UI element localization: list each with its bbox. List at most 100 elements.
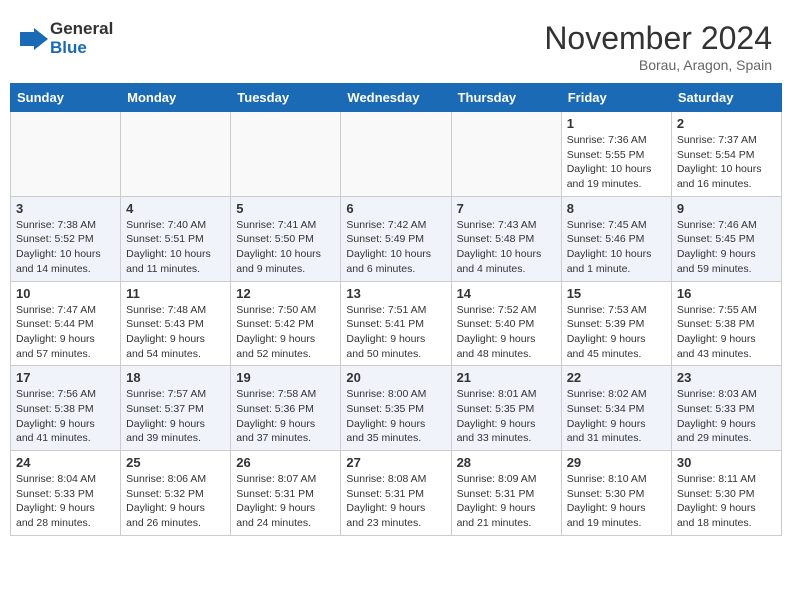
day-number: 8 (567, 201, 666, 216)
calendar-cell: 20Sunrise: 8:00 AMSunset: 5:35 PMDayligh… (341, 366, 451, 451)
day-info: Sunrise: 7:41 AMSunset: 5:50 PMDaylight:… (236, 218, 335, 277)
calendar-cell: 27Sunrise: 8:08 AMSunset: 5:31 PMDayligh… (341, 451, 451, 536)
day-number: 11 (126, 286, 225, 301)
day-info: Sunrise: 7:47 AMSunset: 5:44 PMDaylight:… (16, 303, 115, 362)
calendar-week-row: 10 Sunrise: 7:47 AMSunset: 5:44 PMDayligh… (11, 281, 782, 366)
day-number: 26 (236, 455, 335, 470)
weekday-header-tuesday: Tuesday (231, 84, 341, 112)
day-number: 16 (677, 286, 776, 301)
day-info: Sunrise: 8:09 AMSunset: 5:31 PMDaylight:… (457, 472, 556, 531)
calendar-cell: 2Sunrise: 7:37 AMSunset: 5:54 PMDaylight… (671, 112, 781, 197)
calendar-cell: 26 Sunrise: 8:07 AMSunset: 5:31 PMDayligh… (231, 451, 341, 536)
calendar-cell: 21 Sunrise: 8:01 AMSunset: 5:35 PMDayligh… (451, 366, 561, 451)
day-number: 28 (457, 455, 556, 470)
calendar-cell: 14 Sunrise: 7:52 AMSunset: 5:40 PMDayligh… (451, 281, 561, 366)
calendar-cell: 9 Sunrise: 7:46 AMSunset: 5:45 PMDaylight… (671, 196, 781, 281)
calendar-cell: 23Sunrise: 8:03 AMSunset: 5:33 PMDayligh… (671, 366, 781, 451)
weekday-header-wednesday: Wednesday (341, 84, 451, 112)
day-info: Sunrise: 7:56 AMSunset: 5:38 PMDaylight:… (16, 387, 115, 446)
day-number: 12 (236, 286, 335, 301)
day-number: 15 (567, 286, 666, 301)
calendar-cell: 17Sunrise: 7:56 AMSunset: 5:38 PMDayligh… (11, 366, 121, 451)
day-number: 7 (457, 201, 556, 216)
day-number: 5 (236, 201, 335, 216)
calendar-cell: 3 Sunrise: 7:38 AMSunset: 5:52 PMDaylight… (11, 196, 121, 281)
calendar-header-row: SundayMondayTuesdayWednesdayThursdayFrid… (11, 84, 782, 112)
calendar-cell (451, 112, 561, 197)
day-number: 1 (567, 116, 666, 131)
day-info: Sunrise: 8:10 AMSunset: 5:30 PMDaylight:… (567, 472, 666, 531)
day-info: Sunrise: 7:50 AMSunset: 5:42 PMDaylight:… (236, 303, 335, 362)
day-info: Sunrise: 8:07 AMSunset: 5:31 PMDaylight:… (236, 472, 335, 531)
day-info: Sunrise: 7:57 AMSunset: 5:37 PMDaylight:… (126, 387, 225, 446)
logo-line2: Blue (50, 39, 113, 58)
day-info: Sunrise: 7:42 AMSunset: 5:49 PMDaylight:… (346, 218, 445, 277)
day-info: Sunrise: 7:53 AMSunset: 5:39 PMDaylight:… (567, 303, 666, 362)
day-number: 23 (677, 370, 776, 385)
calendar-cell: 11 Sunrise: 7:48 AMSunset: 5:43 PMDayligh… (121, 281, 231, 366)
calendar-cell: 22 Sunrise: 8:02 AMSunset: 5:34 PMDayligh… (561, 366, 671, 451)
day-info: Sunrise: 8:02 AMSunset: 5:34 PMDaylight:… (567, 387, 666, 446)
calendar-cell: 18 Sunrise: 7:57 AMSunset: 5:37 PMDayligh… (121, 366, 231, 451)
calendar-cell (11, 112, 121, 197)
day-number: 18 (126, 370, 225, 385)
day-info: Sunrise: 8:11 AMSunset: 5:30 PMDaylight:… (677, 472, 776, 531)
location: Borau, Aragon, Spain (544, 57, 772, 73)
day-number: 19 (236, 370, 335, 385)
day-info: Sunrise: 8:01 AMSunset: 5:35 PMDaylight:… (457, 387, 556, 446)
calendar-cell: 28 Sunrise: 8:09 AMSunset: 5:31 PMDayligh… (451, 451, 561, 536)
day-number: 25 (126, 455, 225, 470)
calendar-cell: 5 Sunrise: 7:41 AMSunset: 5:50 PMDaylight… (231, 196, 341, 281)
day-number: 9 (677, 201, 776, 216)
calendar-week-row: 1 Sunrise: 7:36 AMSunset: 5:55 PMDaylight… (11, 112, 782, 197)
calendar-table: SundayMondayTuesdayWednesdayThursdayFrid… (10, 83, 782, 536)
calendar-week-row: 24 Sunrise: 8:04 AMSunset: 5:33 PMDayligh… (11, 451, 782, 536)
day-info: Sunrise: 7:52 AMSunset: 5:40 PMDaylight:… (457, 303, 556, 362)
weekday-header-monday: Monday (121, 84, 231, 112)
calendar-cell: 24 Sunrise: 8:04 AMSunset: 5:33 PMDayligh… (11, 451, 121, 536)
day-number: 14 (457, 286, 556, 301)
day-info: Sunrise: 8:04 AMSunset: 5:33 PMDaylight:… (16, 472, 115, 531)
day-number: 21 (457, 370, 556, 385)
calendar-cell: 12 Sunrise: 7:50 AMSunset: 5:42 PMDayligh… (231, 281, 341, 366)
weekday-header-saturday: Saturday (671, 84, 781, 112)
day-info: Sunrise: 8:00 AMSunset: 5:35 PMDaylight:… (346, 387, 445, 446)
month-title: November 2024 (544, 20, 772, 57)
day-number: 10 (16, 286, 115, 301)
day-info: Sunrise: 8:08 AMSunset: 5:31 PMDaylight:… (346, 472, 445, 531)
weekday-header-thursday: Thursday (451, 84, 561, 112)
calendar-cell: 16 Sunrise: 7:55 AMSunset: 5:38 PMDayligh… (671, 281, 781, 366)
day-info: Sunrise: 7:36 AMSunset: 5:55 PMDaylight:… (567, 133, 666, 192)
day-info: Sunrise: 7:55 AMSunset: 5:38 PMDaylight:… (677, 303, 776, 362)
day-number: 4 (126, 201, 225, 216)
day-info: Sunrise: 7:38 AMSunset: 5:52 PMDaylight:… (16, 218, 115, 277)
day-info: Sunrise: 7:58 AMSunset: 5:36 PMDaylight:… (236, 387, 335, 446)
calendar-cell: 1 Sunrise: 7:36 AMSunset: 5:55 PMDaylight… (561, 112, 671, 197)
day-info: Sunrise: 7:48 AMSunset: 5:43 PMDaylight:… (126, 303, 225, 362)
logo-line1: General (50, 20, 113, 39)
day-number: 2 (677, 116, 776, 131)
day-number: 29 (567, 455, 666, 470)
calendar-cell: 4 Sunrise: 7:40 AMSunset: 5:51 PMDaylight… (121, 196, 231, 281)
calendar-cell (341, 112, 451, 197)
logo-icon (20, 28, 48, 50)
day-number: 24 (16, 455, 115, 470)
calendar-cell: 10 Sunrise: 7:47 AMSunset: 5:44 PMDayligh… (11, 281, 121, 366)
calendar-cell: 25 Sunrise: 8:06 AMSunset: 5:32 PMDayligh… (121, 451, 231, 536)
calendar-cell: 19 Sunrise: 7:58 AMSunset: 5:36 PMDayligh… (231, 366, 341, 451)
logo: General Blue (20, 20, 113, 57)
day-info: Sunrise: 7:45 AMSunset: 5:46 PMDaylight:… (567, 218, 666, 277)
calendar-week-row: 3 Sunrise: 7:38 AMSunset: 5:52 PMDaylight… (11, 196, 782, 281)
day-info: Sunrise: 7:46 AMSunset: 5:45 PMDaylight:… (677, 218, 776, 277)
page-header: General Blue November 2024 Borau, Aragon… (10, 10, 782, 78)
day-info: Sunrise: 7:40 AMSunset: 5:51 PMDaylight:… (126, 218, 225, 277)
calendar-cell: 6 Sunrise: 7:42 AMSunset: 5:49 PMDaylight… (341, 196, 451, 281)
day-number: 22 (567, 370, 666, 385)
calendar-cell: 29 Sunrise: 8:10 AMSunset: 5:30 PMDayligh… (561, 451, 671, 536)
calendar-cell: 8 Sunrise: 7:45 AMSunset: 5:46 PMDaylight… (561, 196, 671, 281)
day-number: 13 (346, 286, 445, 301)
day-info: Sunrise: 8:06 AMSunset: 5:32 PMDaylight:… (126, 472, 225, 531)
day-number: 3 (16, 201, 115, 216)
day-number: 6 (346, 201, 445, 216)
day-number: 30 (677, 455, 776, 470)
